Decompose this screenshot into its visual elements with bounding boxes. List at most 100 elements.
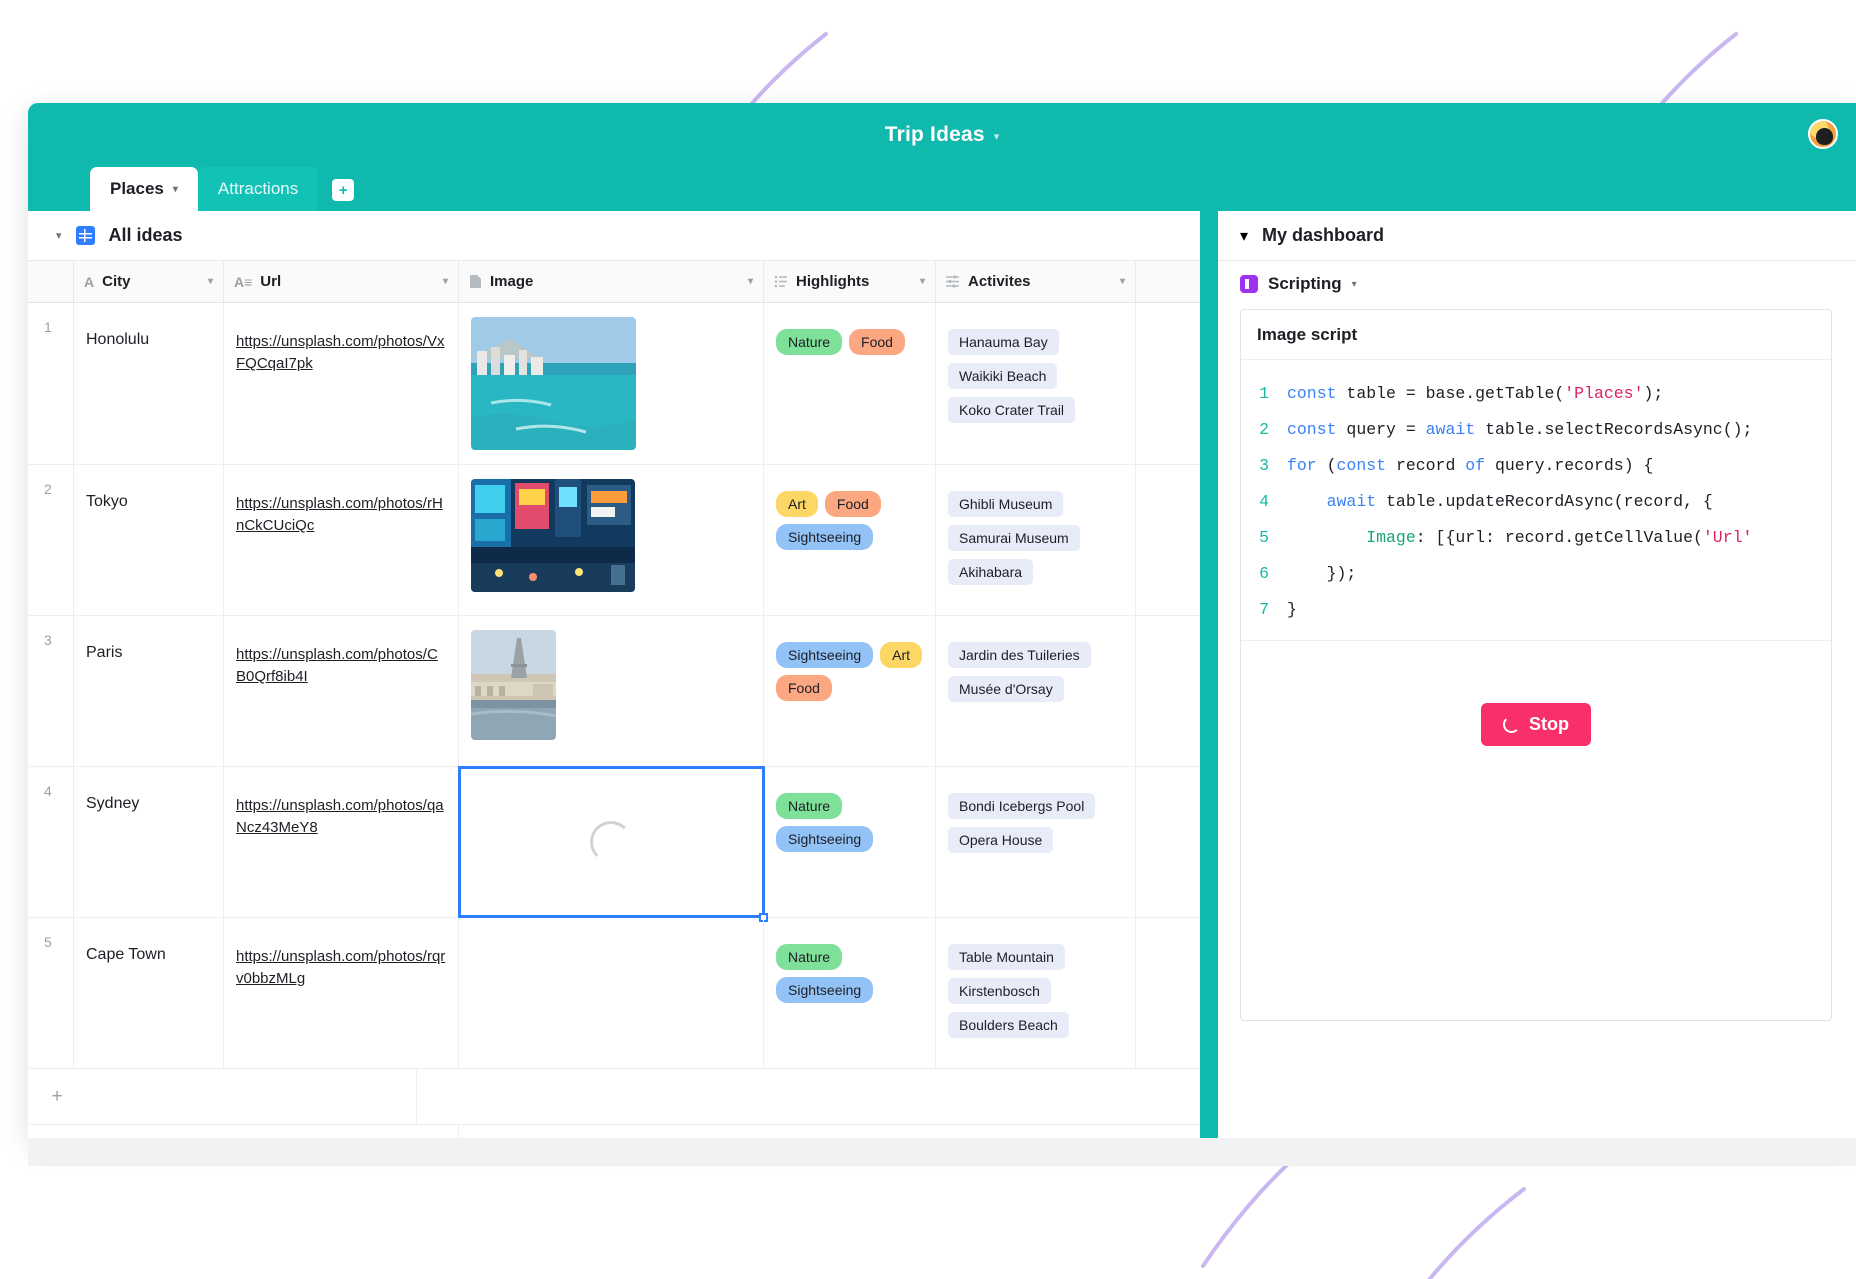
base-title-button[interactable]: Trip Ideas ▾ <box>885 123 1000 147</box>
cell-url-value[interactable]: https://unsplash.com/photos/rHnCkCUciQc <box>236 479 446 537</box>
cell-url[interactable]: https://unsplash.com/photos/CB0Qrf8ib4I <box>224 616 459 766</box>
script-card: Image script 1 const table = base.getTabl… <box>1240 309 1832 1021</box>
chevron-down-icon[interactable]: ▾ <box>208 276 213 287</box>
chevron-down-icon[interactable]: ▾ <box>1120 276 1125 287</box>
collapse-caret-icon[interactable]: ▾ <box>1240 226 1248 246</box>
cell-url[interactable]: https://unsplash.com/photos/VxFQCqaI7pk <box>224 303 459 464</box>
cell-city-value: Honolulu <box>86 331 150 348</box>
cell-url-value[interactable]: https://unsplash.com/photos/VxFQCqaI7pk <box>236 317 446 375</box>
cell-city[interactable]: Paris <box>74 616 224 766</box>
code-line-text: } <box>1287 600 1297 619</box>
cell-image[interactable] <box>459 303 764 464</box>
add-table-button[interactable]: + <box>332 179 355 201</box>
chevron-down-icon[interactable]: ▾ <box>1352 279 1357 290</box>
tag-chip: Nature <box>776 329 843 356</box>
cell-city[interactable]: Tokyo <box>74 465 224 615</box>
cell-highlights[interactable]: Sightseeing Art Food <box>764 616 936 766</box>
tag-chip: Food <box>849 329 905 356</box>
chevron-down-icon[interactable]: ▾ <box>443 276 448 287</box>
cell-activities[interactable]: Hanauma Bay Waikiki Beach Koko Crater Tr… <box>936 303 1136 464</box>
table-row: 2 Tokyo https://unsplash.com/photos/rHnC… <box>28 465 1200 616</box>
code-editor[interactable]: 1 const table = base.getTable('Places'); 2… <box>1241 360 1831 640</box>
view-name[interactable]: All ideas <box>109 225 183 246</box>
activity-pill: Waikiki Beach <box>948 363 1058 389</box>
cell-activities[interactable]: Table Mountain Kirstenbosch Boulders Bea… <box>936 918 1136 1068</box>
cell-city[interactable]: Honolulu <box>74 303 224 464</box>
code-line: 2 const query = await table.selectRecords… <box>1241 412 1831 448</box>
column-header-highlights-label: Highlights <box>796 273 870 290</box>
stop-button[interactable]: Stop <box>1481 703 1591 746</box>
column-header-city[interactable]: A City ▾ <box>74 261 224 302</box>
column-header-image[interactable]: Image ▾ <box>459 261 764 302</box>
tab-places-label: Places <box>110 179 164 198</box>
cell-highlights[interactable]: Art Food Sightseeing <box>764 465 936 615</box>
scripting-icon <box>1240 275 1258 293</box>
cell-url[interactable]: https://unsplash.com/photos/rHnCkCUciQc <box>224 465 459 615</box>
chevron-down-icon[interactable]: ▾ <box>748 276 753 287</box>
code-line: 6 }); <box>1241 556 1831 592</box>
code-line: 5 Image: [{url: record.getCellValue('Url… <box>1241 520 1831 556</box>
cell-highlights[interactable]: Nature Sightseeing <box>764 767 936 917</box>
activity-pill: Jardin des Tuileries <box>948 642 1091 668</box>
avatar[interactable] <box>1808 119 1838 149</box>
cell-image[interactable] <box>459 465 764 615</box>
cell-city[interactable]: Sydney <box>74 767 224 917</box>
cell-url-value[interactable]: https://unsplash.com/photos/CB0Qrf8ib4I <box>236 630 446 688</box>
row-number: 4 <box>28 767 74 917</box>
activity-pill: Kirstenbosch <box>948 978 1051 1004</box>
chevron-down-icon[interactable]: ▾ <box>994 130 1000 143</box>
dashboard-name[interactable]: My dashboard <box>1262 225 1384 246</box>
cell-url-value[interactable]: https://unsplash.com/photos/qaNcz43MeY8 <box>236 781 446 839</box>
cell-image[interactable] <box>459 616 764 766</box>
tag-chip: Nature <box>776 793 843 820</box>
cell-highlights[interactable]: Nature Food <box>764 303 936 464</box>
column-header-url[interactable]: A≡ Url ▾ <box>224 261 459 302</box>
cell-activities[interactable]: Jardin des Tuileries Musée d'Orsay <box>936 616 1136 766</box>
tag-chip: Food <box>776 675 832 702</box>
pane-divider[interactable] <box>1200 211 1218 1138</box>
row-number: 3 <box>28 616 74 766</box>
cell-image-selected[interactable] <box>458 766 768 922</box>
tokyo-street-thumbnail <box>471 479 635 592</box>
column-header-url-label: Url <box>260 273 282 290</box>
activity-pill: Table Mountain <box>948 944 1065 970</box>
table-row: 1 Honolulu https://unsplash.com/photos/V… <box>28 303 1200 465</box>
sliders-icon <box>946 275 960 288</box>
cell-city[interactable]: Cape Town <box>74 918 224 1068</box>
code-line-text: await table.updateRecordAsync(record, { <box>1326 492 1713 511</box>
scripting-app-bar: Scripting ▾ <box>1218 261 1856 307</box>
activity-pill: Hanauma Bay <box>948 329 1059 355</box>
column-header-highlights[interactable]: Highlights ▾ <box>764 261 936 302</box>
long-text-field-icon: A≡ <box>234 273 253 290</box>
chevron-down-icon[interactable]: ▾ <box>173 184 178 195</box>
cell-activities[interactable]: Ghibli Museum Samurai Museum Akihabara <box>936 465 1136 615</box>
tab-places[interactable]: Places ▾ <box>90 167 198 211</box>
plus-icon[interactable]: + <box>28 1086 74 1108</box>
row-number: 2 <box>28 465 74 615</box>
decor-swoosh-top-right <box>1656 32 1738 110</box>
chevron-down-icon[interactable]: ▾ <box>920 276 925 287</box>
paris-skyline-thumbnail <box>471 630 556 740</box>
collapse-caret-icon[interactable]: ▾ <box>56 229 62 242</box>
tag-chip: Sightseeing <box>776 977 874 1004</box>
script-output-area: Stop <box>1241 640 1831 1020</box>
cell-url[interactable]: https://unsplash.com/photos/qaNcz43MeY8 <box>224 767 459 917</box>
column-header-activities[interactable]: Activites ▾ <box>936 261 1136 302</box>
multi-select-icon <box>774 275 788 288</box>
code-line-text: }); <box>1287 564 1357 583</box>
cell-image[interactable] <box>459 918 764 1068</box>
code-line: 7} <box>1241 592 1831 628</box>
cell-url[interactable]: https://unsplash.com/photos/rqrv0bbzMLg <box>224 918 459 1068</box>
add-record-row[interactable]: + <box>28 1069 1200 1125</box>
code-line-text: const query = await table.selectRecordsA… <box>1287 420 1753 439</box>
code-line-number: 1 <box>1259 384 1269 403</box>
cell-url-value[interactable]: https://unsplash.com/photos/rqrv0bbzMLg <box>236 932 446 990</box>
tab-attractions[interactable]: Attractions <box>197 167 319 211</box>
cell-highlights[interactable]: Nature Sightseeing <box>764 918 936 1068</box>
cell-city-value: Tokyo <box>86 493 128 510</box>
grid-header-row: A City ▾ A≡ Url ▾ Image ▾ Highlights ▾ A… <box>28 261 1200 303</box>
scripting-app-label: Scripting <box>1268 274 1342 293</box>
cell-activities[interactable]: Bondi Icebergs Pool Opera House <box>936 767 1136 917</box>
decor-swoosh-top-left <box>746 32 828 110</box>
file-icon <box>469 274 482 289</box>
